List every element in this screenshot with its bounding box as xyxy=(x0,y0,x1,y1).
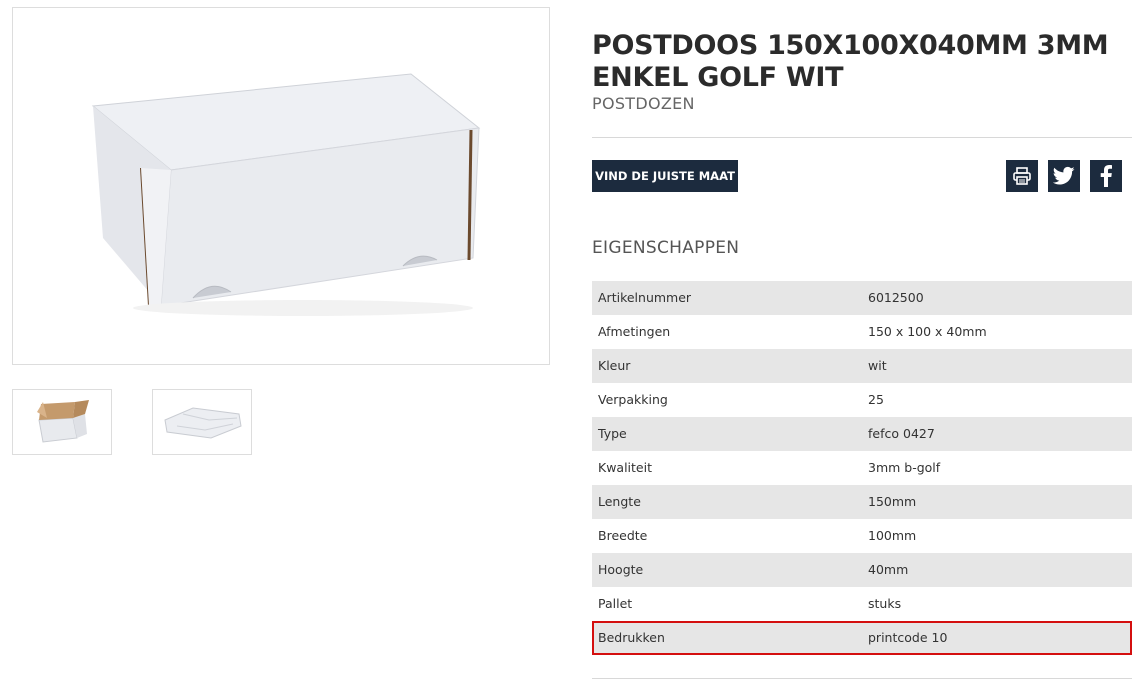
main-product-image[interactable] xyxy=(12,7,550,365)
print-icon xyxy=(1013,167,1031,185)
property-key: Kwaliteit xyxy=(598,460,652,475)
table-row-kleur: Kleur wit xyxy=(592,349,1132,383)
table-row-verpakking: Verpakking 25 xyxy=(592,383,1132,417)
property-value: printcode 10 xyxy=(868,630,948,645)
property-value: wit xyxy=(868,358,887,373)
facebook-share-button[interactable] xyxy=(1090,160,1122,192)
table-row-breedte: Breedte 100mm xyxy=(592,519,1132,553)
property-value: 6012500 xyxy=(868,290,924,305)
property-key: Bedrukken xyxy=(598,630,665,645)
properties-heading: EIGENSCHAPPEN xyxy=(592,238,740,258)
find-size-button[interactable]: VIND DE JUISTE MAAT xyxy=(592,160,738,192)
property-value: 3mm b-golf xyxy=(868,460,941,475)
divider xyxy=(592,678,1132,679)
property-value: 40mm xyxy=(868,562,909,577)
property-key: Lengte xyxy=(598,494,641,509)
property-key: Breedte xyxy=(598,528,648,543)
table-row-lengte: Lengte 150mm xyxy=(592,485,1132,519)
thumbnail-flat-box[interactable] xyxy=(152,389,252,455)
property-value: 100mm xyxy=(868,528,917,543)
table-row-hoogte: Hoogte 40mm xyxy=(592,553,1132,587)
properties-table: Artikelnummer 6012500 Afmetingen 150 x 1… xyxy=(592,281,1132,655)
property-value: stuks xyxy=(868,596,902,611)
table-row-artikelnummer: Artikelnummer 6012500 xyxy=(592,281,1132,315)
property-key: Verpakking xyxy=(598,392,668,407)
property-key: Artikelnummer xyxy=(598,290,692,305)
property-value: 150 x 100 x 40mm xyxy=(868,324,987,339)
table-row-pallet: Pallet stuks xyxy=(592,587,1132,621)
property-key: Pallet xyxy=(598,596,633,611)
facebook-icon xyxy=(1100,165,1112,187)
property-key: Kleur xyxy=(598,358,631,373)
property-value: fefco 0427 xyxy=(868,426,935,441)
thumbnail-open-box[interactable] xyxy=(12,389,112,455)
twitter-share-button[interactable] xyxy=(1048,160,1080,192)
twitter-icon xyxy=(1053,166,1075,185)
property-value: 25 xyxy=(868,392,884,407)
table-row-afmetingen: Afmetingen 150 x 100 x 40mm xyxy=(592,315,1132,349)
property-key: Type xyxy=(598,426,627,441)
print-button[interactable] xyxy=(1006,160,1038,192)
flat-box-die-cut-thumbnail xyxy=(164,407,242,439)
property-key: Afmetingen xyxy=(598,324,671,339)
table-row-bedrukken: Bedrukken printcode 10 xyxy=(592,621,1132,655)
property-value: 150mm xyxy=(868,494,917,509)
product-title: POSTDOOS 150X100X040MM 3MM ENKEL GOLF WI… xyxy=(592,30,1109,93)
divider xyxy=(592,137,1132,138)
table-row-kwaliteit: Kwaliteit 3mm b-golf xyxy=(592,451,1132,485)
product-category[interactable]: POSTDOZEN xyxy=(592,94,695,113)
property-key: Hoogte xyxy=(598,562,644,577)
white-shipping-box-image xyxy=(91,73,481,316)
table-row-type: Type fefco 0427 xyxy=(592,417,1132,451)
open-box-thumbnail xyxy=(37,400,89,443)
